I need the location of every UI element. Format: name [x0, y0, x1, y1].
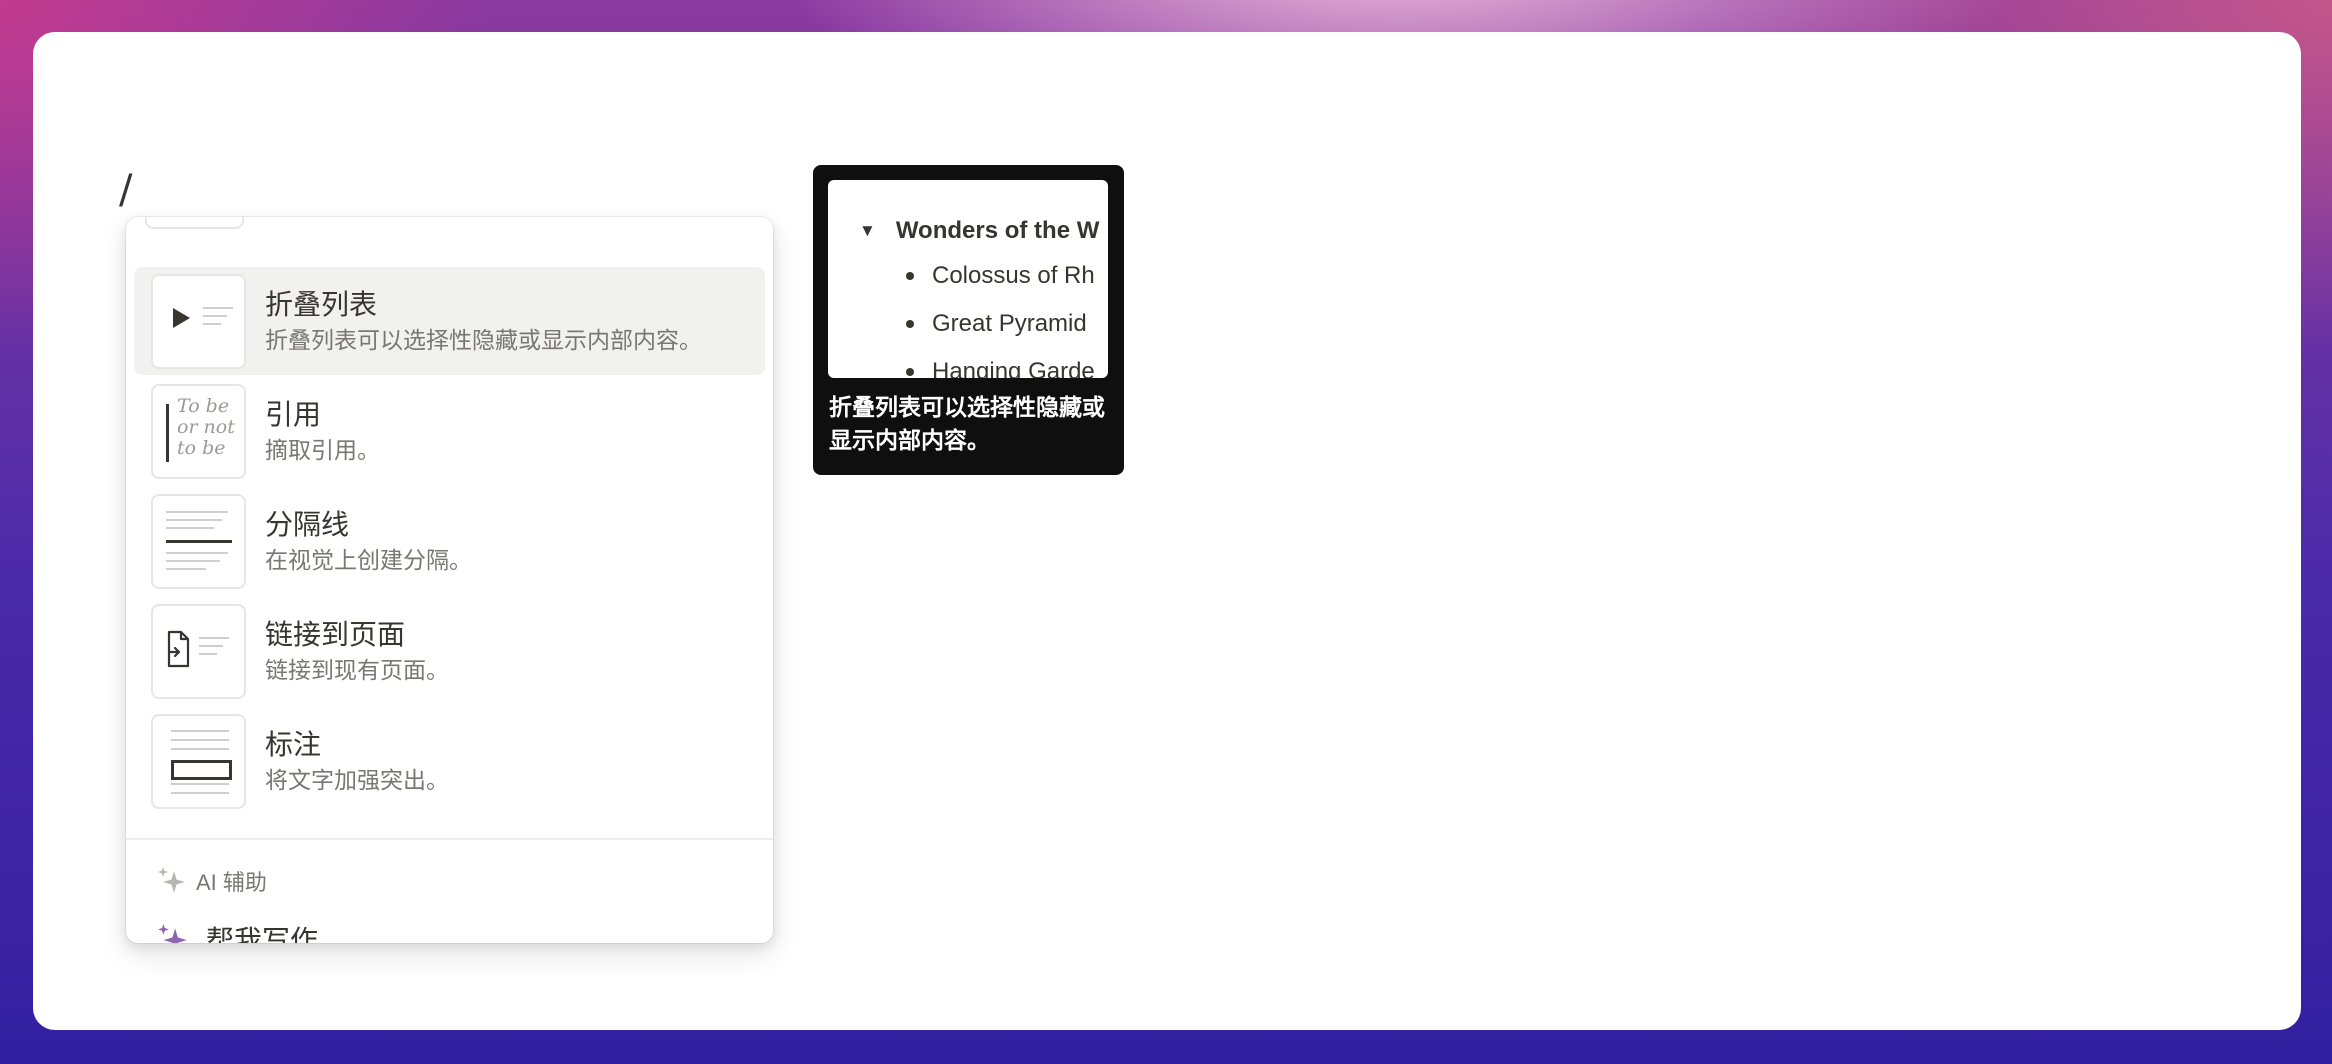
ai-section-label: AI 辅助: [196, 870, 267, 895]
menu-section-divider: [126, 838, 773, 840]
tooltip-caption: 折叠列表可以选择性隐藏或显示内部内容。: [829, 394, 1105, 453]
callout-icon: [151, 713, 246, 809]
menu-item-description: 摘取引用。: [265, 436, 380, 463]
sparkle-icon: [158, 924, 187, 943]
link-page-icon: [151, 603, 246, 699]
previous-item-thumbnail: [145, 217, 244, 229]
preview-toggle-title: Wonders of the W: [895, 217, 1100, 244]
toggle-list-icon: [151, 273, 246, 369]
quote-icon: To be or not to be: [151, 383, 246, 479]
menu-item-link-to-page[interactable]: 链接到页面 链接到现有页面。: [134, 597, 765, 705]
menu-item-title: 标注: [265, 728, 322, 760]
menu-item-title: 折叠列表: [265, 288, 378, 320]
ai-section-header: AI 辅助: [156, 865, 267, 897]
menu-item-title: 链接到页面: [265, 618, 406, 650]
menu-item-divider[interactable]: 分隔线 在视觉上创建分隔。: [134, 487, 765, 595]
menu-item-title: 引用: [265, 398, 322, 430]
menu-item-callout[interactable]: 标注 将文字加强突出。: [134, 707, 765, 815]
menu-item-quote[interactable]: To be or not to be 引用 摘取引用。: [134, 377, 765, 485]
menu-item-description: 将文字加强突出。: [265, 766, 449, 793]
menu-item-description: 链接到现有页面。: [265, 656, 449, 683]
menu-item-title: 分隔线: [265, 508, 350, 540]
menu-item-description: 折叠列表可以选择性隐藏或显示内部内容。: [265, 326, 702, 353]
preview-bullet: Colossus of Rh: [906, 262, 1095, 290]
ai-help-me-write[interactable]: 帮我写作: [156, 919, 318, 943]
preview-toggle-row: ▼ Wonders of the W: [859, 217, 1099, 245]
ai-item-label: 帮我写作: [206, 925, 319, 943]
block-preview-tooltip: ▼ Wonders of the W Colossus of Rh Great …: [813, 165, 1124, 475]
slash-command-menu: 折叠列表 折叠列表可以选择性隐藏或显示内部内容。 To be or not to…: [126, 217, 773, 943]
menu-item-description: 在视觉上创建分隔。: [265, 546, 472, 573]
typed-slash: /: [119, 167, 133, 213]
triangle-down-icon: ▼: [859, 221, 876, 240]
quote-thumb-text: To be or not to be: [177, 394, 235, 459]
preview-bullet: Hanging Garde: [906, 358, 1095, 378]
tooltip-preview-card: ▼ Wonders of the W Colossus of Rh Great …: [828, 180, 1108, 378]
menu-item-toggle-list[interactable]: 折叠列表 折叠列表可以选择性隐藏或显示内部内容。: [134, 267, 765, 375]
editor-window: / 折叠列表 折叠列表可以选择性隐藏或显示内部内容。 To be or not …: [33, 32, 2301, 1030]
sparkle-icon: [158, 867, 185, 893]
divider-icon: [151, 493, 246, 589]
preview-bullet: Great Pyramid: [906, 310, 1087, 338]
